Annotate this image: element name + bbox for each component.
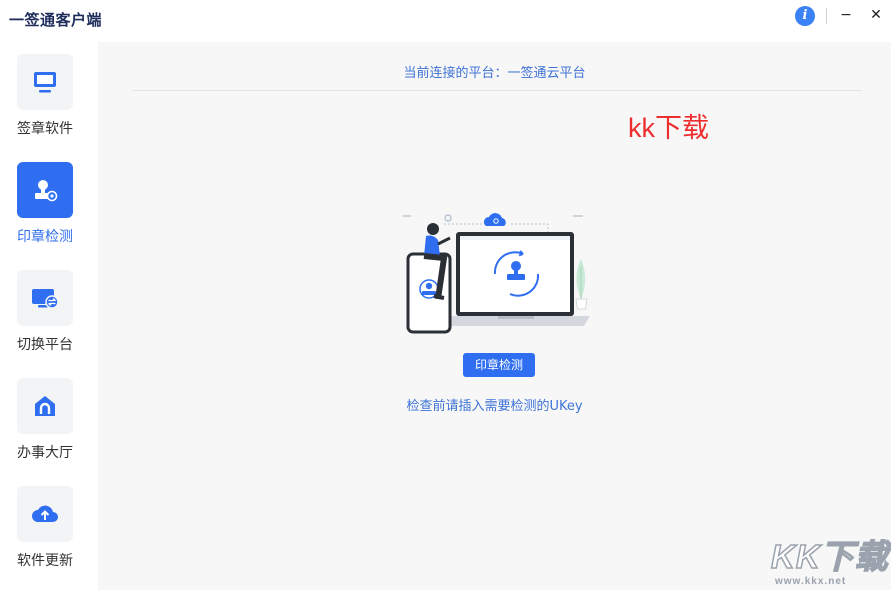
header-divider [132,90,862,91]
platform-status: 当前连接的平台：一签通云平台 [403,66,586,81]
watermark-url: www.kkx.net [775,576,847,587]
sidebar-item-icon-box[interactable] [17,162,73,218]
sidebar-item-icon-box[interactable] [17,378,73,434]
watermark-logo: KK下载 [770,537,889,576]
monitor-icon [34,72,56,93]
sidebar-item-label: 切换平台 [17,337,73,353]
switch-platform-icon [32,289,59,309]
sidebar-item-icon-box[interactable] [17,486,73,542]
sidebar-item-signature-software[interactable]: 签章软件 [0,54,98,154]
ukey-hint: 检查前请插入需要检测的UKey [406,399,583,414]
watermark-text: kk下载 [628,113,709,143]
sidebar-item-label: 签章软件 [17,121,73,137]
sidebar-item-label: 办事大厅 [17,445,73,461]
sidebar-item-icon-box[interactable] [17,270,73,326]
sidebar-item-switch-platform[interactable]: 切换平台 [0,270,98,370]
stamp-detect-illustration [403,213,590,334]
sidebar-item-label: 软件更新 [17,553,73,569]
title-separator [826,8,827,24]
stamp-detect-button[interactable]: 印章检测 [463,353,535,377]
stamp-detect-icon [35,180,58,202]
app-title: 一签通客户端 [9,11,103,29]
home-icon [35,396,55,416]
close-button[interactable]: ✕ [866,5,886,25]
sidebar-item-label: 印章检测 [17,229,73,245]
sidebar-item-service-hall[interactable]: 办事大厅 [0,378,98,478]
sidebar-item-stamp-detect[interactable]: 印章检测 [0,162,98,262]
cloud-upload-icon [32,505,58,522]
sidebar: 签章软件 印章检测 切换平台 办事大厅 软件更新 [0,42,98,590]
minimize-button[interactable]: − [836,5,856,25]
sidebar-item-icon-box[interactable] [17,54,73,110]
sidebar-item-software-update[interactable]: 软件更新 [0,486,98,586]
title-bar: 一签通客户端 i − ✕ [0,0,891,42]
info-icon[interactable]: i [795,6,815,26]
main-panel: 当前连接的平台：一签通云平台 kk下载 印章检测 检查前请插入需要检测的UKey [98,42,891,590]
